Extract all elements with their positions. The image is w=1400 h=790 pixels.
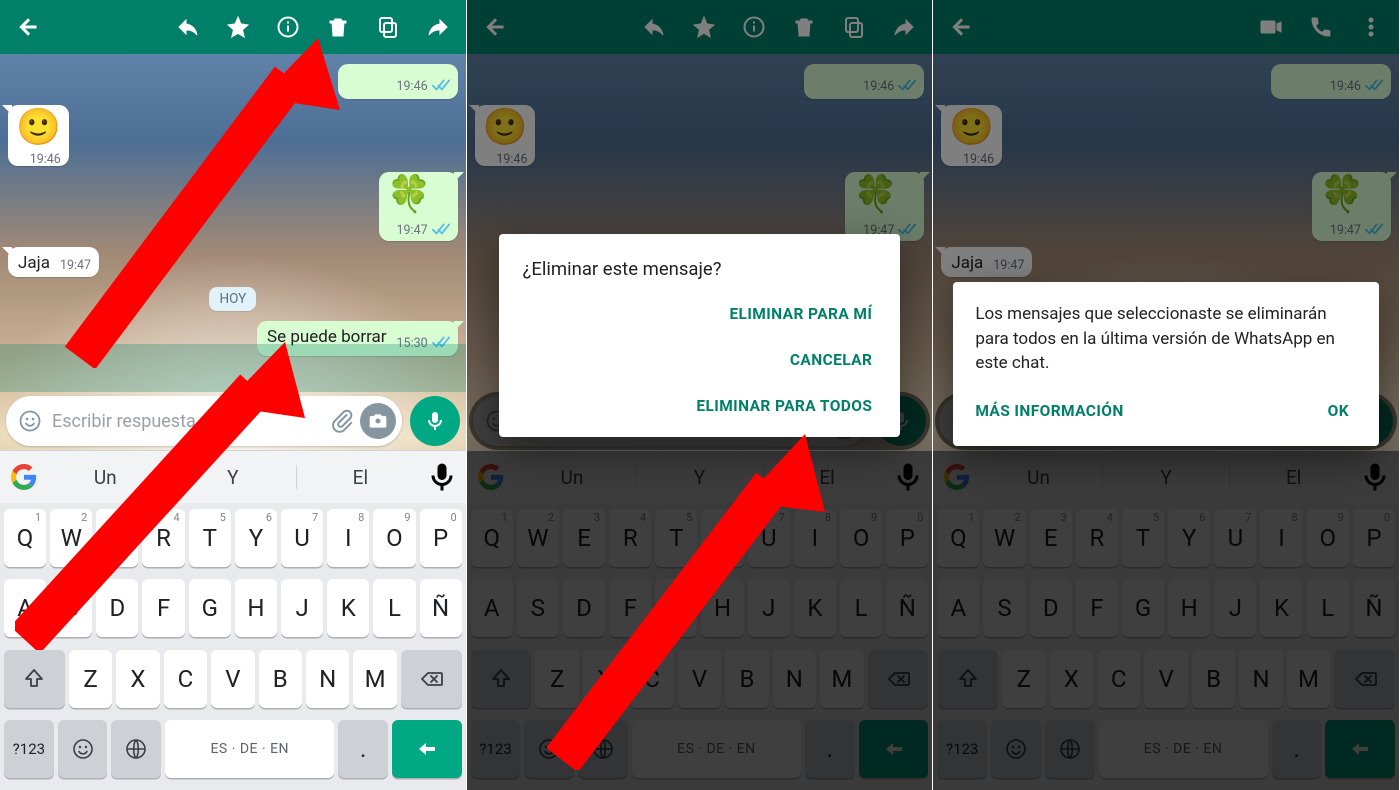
camera-icon[interactable] bbox=[360, 403, 396, 439]
key-e[interactable]: E3 bbox=[96, 509, 138, 567]
forward-icon[interactable] bbox=[416, 5, 460, 49]
voice-record-button[interactable] bbox=[410, 396, 460, 446]
symbols-key[interactable]: ?123 bbox=[4, 720, 54, 778]
key-s[interactable]: S bbox=[50, 579, 92, 637]
key-t[interactable]: T5 bbox=[189, 509, 231, 567]
key-k[interactable]: K bbox=[327, 579, 369, 637]
key-n[interactable]: N bbox=[306, 650, 349, 708]
selection-highlight bbox=[0, 344, 466, 392]
delete-for-everyone-button[interactable]: ELIMINAR PARA TODOS bbox=[688, 385, 880, 427]
enter-key[interactable] bbox=[392, 720, 462, 778]
message-out[interactable]: 🍀 19:47 bbox=[379, 172, 458, 241]
back-icon[interactable] bbox=[6, 5, 50, 49]
key-g[interactable]: G bbox=[189, 579, 231, 637]
key-v[interactable]: V bbox=[211, 650, 254, 708]
period-key[interactable]: . bbox=[338, 720, 388, 778]
google-logo-icon[interactable] bbox=[6, 459, 42, 495]
cancel-button[interactable]: CANCELAR bbox=[782, 339, 880, 381]
info-dialog: Los mensajes que seleccionaste se elimin… bbox=[953, 282, 1379, 446]
copy-icon[interactable] bbox=[366, 5, 410, 49]
message-time: 19:47 bbox=[60, 258, 91, 273]
message-in[interactable]: 🙂 19:46 bbox=[8, 105, 69, 166]
reply-icon[interactable] bbox=[166, 5, 210, 49]
space-key[interactable]: ES · DE · EN bbox=[165, 720, 334, 778]
panel-step3: 19:46 🙂19:46 🍀19:47 Jaja19:47 Escribir r… bbox=[933, 0, 1400, 790]
panel-step2: 19:46 🙂19:46 🍀19:47 Escribir respuesta..… bbox=[467, 0, 934, 790]
attach-icon[interactable] bbox=[324, 403, 360, 439]
key-j[interactable]: J bbox=[281, 579, 323, 637]
key-i[interactable]: I8 bbox=[327, 509, 369, 567]
message-input[interactable]: Escribir respuesta... bbox=[6, 396, 402, 446]
keyboard-mic-icon[interactable] bbox=[424, 459, 460, 495]
key-m[interactable]: M bbox=[353, 650, 396, 708]
panel-step1: 19:46 🙂 19:46 🍀 19:47 Jaja 19:47 HOY Se … bbox=[0, 0, 467, 790]
input-placeholder: Escribir respuesta... bbox=[48, 411, 324, 432]
star-icon[interactable] bbox=[216, 5, 260, 49]
soft-keyboard[interactable]: Un Y El Q1W2E3R4T5Y6U7I8O9P0 ASDFGHJKLÑ … bbox=[0, 450, 466, 790]
shift-key[interactable] bbox=[4, 650, 65, 708]
key-b[interactable]: B bbox=[259, 650, 302, 708]
selection-toolbar bbox=[0, 0, 466, 54]
emoji-content: 🍀 bbox=[387, 176, 450, 212]
date-separator: HOY bbox=[8, 287, 458, 311]
key-y[interactable]: Y6 bbox=[235, 509, 277, 567]
emoji-picker-icon[interactable] bbox=[12, 403, 48, 439]
key-a[interactable]: A bbox=[4, 579, 46, 637]
read-ticks-icon bbox=[432, 219, 450, 242]
message-input-bar: Escribir respuesta... bbox=[6, 396, 460, 446]
key-z[interactable]: Z bbox=[69, 650, 112, 708]
dialog-title: ¿Eliminar este mensaje? bbox=[523, 256, 881, 283]
key-f[interactable]: F bbox=[142, 579, 184, 637]
suggestion-word[interactable]: Un bbox=[44, 466, 167, 489]
key-ñ[interactable]: Ñ bbox=[420, 579, 462, 637]
message-time: 19:46 bbox=[397, 79, 428, 94]
ok-button[interactable]: OK bbox=[1320, 390, 1357, 432]
message-time: 19:46 bbox=[30, 152, 61, 167]
language-key[interactable] bbox=[111, 720, 161, 778]
delete-for-me-button[interactable]: ELIMINAR PARA MÍ bbox=[721, 293, 880, 335]
key-c[interactable]: C bbox=[164, 650, 207, 708]
backspace-key[interactable] bbox=[401, 650, 462, 708]
key-q[interactable]: Q1 bbox=[4, 509, 46, 567]
delete-dialog: ¿Eliminar este mensaje? ELIMINAR PARA MÍ… bbox=[499, 234, 901, 437]
more-info-button[interactable]: MÁS INFORMACIÓN bbox=[975, 390, 1131, 432]
key-o[interactable]: O9 bbox=[373, 509, 415, 567]
info-icon[interactable] bbox=[266, 5, 310, 49]
key-d[interactable]: D bbox=[96, 579, 138, 637]
message-text: Jaja bbox=[18, 253, 50, 273]
dialog-body: Los mensajes que seleccionaste se elimin… bbox=[975, 302, 1357, 376]
emoji-content: 🙂 bbox=[16, 109, 61, 145]
key-p[interactable]: P0 bbox=[420, 509, 462, 567]
key-x[interactable]: X bbox=[116, 650, 159, 708]
suggestion-word[interactable]: El bbox=[299, 466, 422, 489]
read-ticks-icon bbox=[432, 75, 450, 98]
message-in[interactable]: Jaja 19:47 bbox=[8, 247, 99, 277]
chat-scroll[interactable]: 19:46 🙂 19:46 🍀 19:47 Jaja 19:47 HOY Se … bbox=[0, 54, 466, 450]
message-time: 19:47 bbox=[397, 223, 428, 238]
key-r[interactable]: R4 bbox=[142, 509, 184, 567]
suggestion-word[interactable]: Y bbox=[172, 466, 295, 489]
emoji-key[interactable] bbox=[58, 720, 108, 778]
keyboard-suggestion-bar: Un Y El bbox=[0, 451, 466, 503]
trash-icon[interactable] bbox=[316, 5, 360, 49]
message-out[interactable]: 19:46 bbox=[338, 64, 458, 99]
key-w[interactable]: W2 bbox=[50, 509, 92, 567]
key-h[interactable]: H bbox=[235, 579, 277, 637]
key-l[interactable]: L bbox=[373, 579, 415, 637]
key-u[interactable]: U7 bbox=[281, 509, 323, 567]
